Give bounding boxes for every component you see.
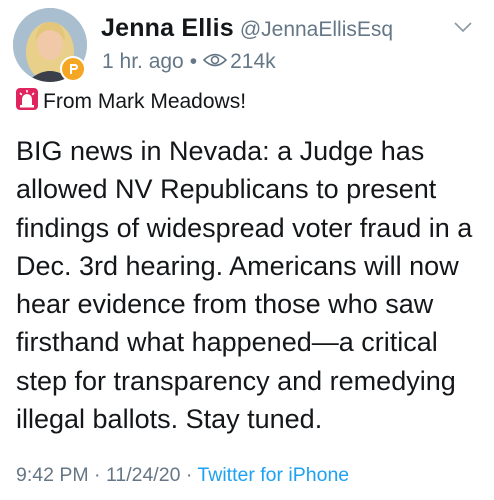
tweet-text-line: Dec. 3rd hearing. Americans will now bbox=[16, 250, 459, 281]
tweet-footer: 9:42 PM · 11/24/20 · Twitter for iPhone bbox=[16, 464, 349, 487]
siren-icon bbox=[16, 88, 38, 116]
author-handle[interactable]: @JennaEllisEsq bbox=[240, 18, 393, 41]
tweet-text-line: allowed NV Republicans to present bbox=[16, 174, 437, 205]
verified-badge-icon bbox=[60, 56, 86, 82]
tweet-text-line: hear evidence from those who saw bbox=[16, 289, 434, 320]
chevron-down-icon[interactable] bbox=[454, 20, 472, 38]
tweet-text-line: illegal ballots. Stay tuned. bbox=[16, 404, 323, 435]
tweet-text-line: step for transparency and remedying bbox=[16, 365, 456, 396]
tweet-text: BIG news in Nevada: a Judge has allowed … bbox=[16, 132, 478, 438]
footer-separator: · bbox=[180, 464, 198, 486]
social-context-text: From Mark Meadows! bbox=[43, 90, 247, 113]
tweet-text-line: findings of widespread voter fraud in a bbox=[16, 212, 473, 243]
author-row: Jenna Ellis @JennaEllisEsq bbox=[101, 14, 393, 43]
tweet-meta: 1 hr. ago • 214k bbox=[102, 50, 276, 74]
social-context: From Mark Meadows! bbox=[16, 88, 246, 116]
tweet-text-line: firsthand what happened—a critical bbox=[16, 327, 438, 358]
eye-icon bbox=[202, 50, 228, 74]
author-display-name[interactable]: Jenna Ellis bbox=[101, 14, 234, 42]
tweet-source-link[interactable]: Twitter for iPhone bbox=[197, 464, 349, 486]
tweet-text-line: BIG news in Nevada: a Judge has bbox=[16, 136, 425, 166]
meta-separator: • bbox=[189, 50, 198, 73]
tweet-timestamp[interactable]: 9:42 PM · 11/24/20 bbox=[16, 464, 180, 486]
time-ago: 1 hr. ago bbox=[102, 50, 184, 73]
view-count: 214k bbox=[230, 50, 276, 73]
